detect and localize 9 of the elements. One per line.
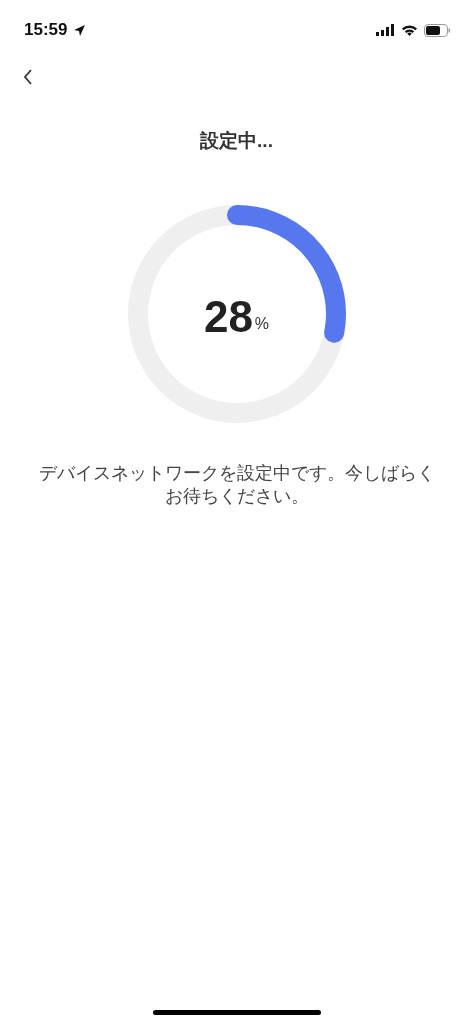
page-title: 設定中...	[200, 129, 273, 153]
signal-icon	[376, 24, 395, 36]
wifi-icon	[401, 24, 418, 36]
progress-value: 28	[203, 292, 253, 342]
percent-unit: %	[254, 315, 270, 333]
location-arrow-icon	[73, 23, 87, 37]
status-time: 15:59	[24, 20, 68, 40]
status-message: デバイスネットワークを設定中です。今しばらくお待ちください。	[37, 462, 436, 509]
battery-icon	[424, 23, 451, 37]
